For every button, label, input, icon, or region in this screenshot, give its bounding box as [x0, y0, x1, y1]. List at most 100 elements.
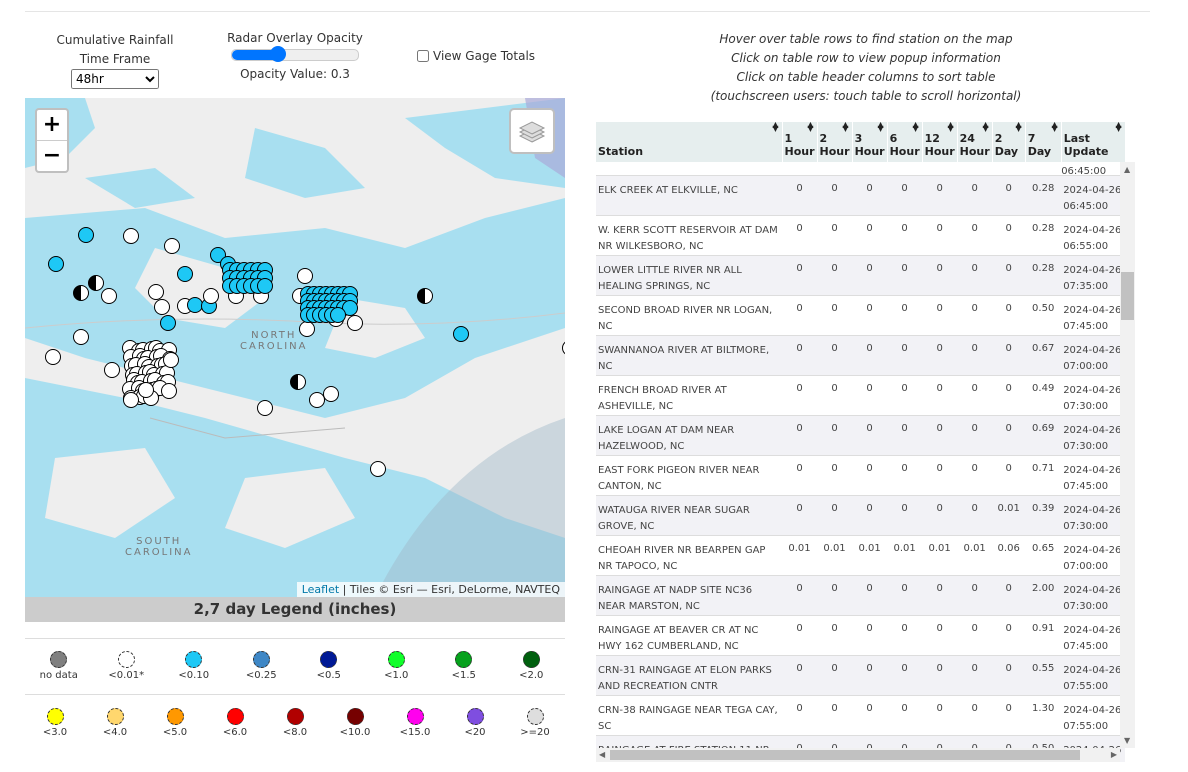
label-south-carolina: SOUTH CAROLINA — [125, 536, 193, 558]
zoom-in-button[interactable]: + — [37, 110, 67, 141]
scroll-up-icon[interactable]: ▲ — [1124, 165, 1130, 174]
table-row[interactable]: SECOND BROAD RIVER NR LOGAN, NC 0 0 0 0 0 0 0 0.… — [596, 294, 1126, 335]
rain-value: 0 — [922, 694, 958, 735]
station-marker[interactable] — [48, 256, 64, 272]
column-header[interactable]: ▲ ▼ 24 Hour — [957, 122, 993, 162]
station-marker[interactable] — [347, 315, 363, 331]
rain-value: 0 — [852, 614, 888, 655]
table-row[interactable]: SWANNANOA RIVER AT BILTMORE, NC 0 0 0 0 0 0 0 0.… — [596, 334, 1126, 375]
vertical-scrollbar[interactable]: ▲ ▼ — [1120, 162, 1135, 748]
rain-value: 0 — [817, 454, 853, 495]
station-marker[interactable] — [177, 266, 193, 282]
view-gage-totals[interactable]: View Gage Totals — [417, 49, 535, 63]
station-marker[interactable] — [138, 382, 154, 398]
legend-item: <15.0 — [385, 708, 445, 738]
view-gage-totals-checkbox[interactable] — [417, 50, 429, 62]
table-row[interactable]: CHEOAH RIVER NR BEARPEN GAP NR TAPOCO, N… — [596, 534, 1126, 575]
station-marker[interactable] — [148, 284, 164, 300]
rain-value: 0 — [957, 174, 993, 215]
rain-value: 0 — [887, 374, 923, 415]
scroll-right-icon[interactable]: ▶ — [1111, 750, 1117, 759]
station-name: SWANNANOA RIVER AT BILTMORE, NC — [596, 334, 782, 375]
scroll-left-icon[interactable]: ◀ — [599, 750, 605, 759]
rainfall-map[interactable]: NORTH CAROLINA SOUTH CAROLINA + − Leaflet … — [25, 98, 565, 597]
station-marker[interactable] — [73, 329, 89, 345]
station-marker[interactable] — [78, 227, 94, 243]
station-marker[interactable] — [123, 392, 139, 408]
slider-handle[interactable] — [269, 46, 286, 62]
table-row[interactable]: WATAUGA RIVER NEAR SUGAR GROVE, NC 0 0 0 0 0 0… — [596, 494, 1126, 535]
rain-value: 0 — [887, 334, 923, 375]
rain-value: 0.91 — [1025, 614, 1062, 655]
station-marker[interactable] — [104, 362, 120, 378]
scroll-down-icon[interactable]: ▼ — [1124, 736, 1130, 745]
station-marker[interactable] — [187, 297, 203, 313]
column-header[interactable]: ▲ ▼ 6 Hour — [887, 122, 923, 162]
table-row[interactable]: RAINGAGE AT BEAVER CR AT NC HWY 162 CUMB… — [596, 614, 1126, 655]
rain-value: 0 — [922, 214, 958, 255]
table-row[interactable]: CRN-38 RAINGAGE NEAR TEGA CAY, SC 0 0 0 0 0 0 0… — [596, 694, 1126, 735]
rain-value: 0.71 — [1025, 454, 1062, 495]
column-header[interactable]: ▲ ▼ 2 Day — [992, 122, 1026, 162]
last-update: 2024-04-26 07:00:00 — [1061, 334, 1126, 375]
column-header[interactable]: ▲ ▼ 7 Day — [1025, 122, 1062, 162]
horizontal-scrollbar[interactable]: ◀ ▶ — [596, 748, 1120, 762]
column-header[interactable]: ▲ ▼ Last Update — [1061, 122, 1126, 162]
station-marker[interactable] — [257, 400, 273, 416]
rain-value: 0 — [922, 494, 958, 535]
rain-value: 0 — [992, 334, 1026, 375]
station-marker[interactable] — [309, 392, 325, 408]
station-name: WATAUGA RIVER NEAR SUGAR GROVE, NC — [596, 494, 782, 535]
table-row[interactable]: LOWER LITTLE RIVER NR ALL HEALING SPRING… — [596, 254, 1126, 295]
column-header[interactable]: ▲ ▼ 12 Hour — [922, 122, 958, 162]
rain-value: 0 — [782, 174, 818, 215]
rain-value: 0 — [852, 494, 888, 535]
station-marker[interactable] — [562, 341, 566, 356]
timeframe-select[interactable]: 48hr — [71, 69, 159, 89]
rain-value: 0 — [817, 214, 853, 255]
sort-icon: ▲ ▼ — [807, 122, 814, 133]
rain-value: 0 — [887, 174, 923, 215]
station-marker[interactable] — [203, 288, 219, 304]
rain-value: 0 — [852, 174, 888, 215]
station-marker[interactable] — [123, 228, 139, 244]
table-row[interactable]: EAST FORK PIGEON RIVER NEAR CANTON, NC 0 0… — [596, 454, 1126, 495]
rain-value: 0 — [817, 694, 853, 735]
column-header[interactable]: ▲ ▼ 3 Hour — [852, 122, 888, 162]
table-row[interactable]: LAKE LOGAN AT DAM NEAR HAZELWOOD, NC 0 0 0 0… — [596, 414, 1126, 455]
station-marker[interactable] — [161, 383, 177, 399]
column-header[interactable]: ▲ ▼ Station — [596, 122, 783, 162]
station-marker[interactable] — [257, 278, 273, 294]
legend-label: <0.5 — [316, 670, 341, 681]
station-marker[interactable] — [164, 238, 180, 254]
column-header[interactable]: ▲ ▼ 2 Hour — [817, 122, 853, 162]
leaflet-link[interactable]: Leaflet — [302, 583, 339, 596]
zoom-out-button[interactable]: − — [37, 141, 67, 171]
legend-swatch — [166, 708, 184, 725]
table-row[interactable]: FRENCH BROAD RIVER AT ASHEVILLE, NC 0 0 0 0 0… — [596, 374, 1126, 415]
station-marker[interactable] — [163, 352, 179, 368]
table-row[interactable]: W. KERR SCOTT RESERVOIR AT DAM NR WILKES… — [596, 214, 1126, 255]
station-marker[interactable] — [370, 461, 386, 477]
column-header[interactable]: ▲ ▼ 1 Hour — [782, 122, 818, 162]
legend-item: <0.5 — [299, 651, 359, 681]
table-row[interactable]: ELK CREEK AT ELKVILLE, NC 0 0 0 0 0 0 0 0.28 2024… — [596, 174, 1126, 215]
station-marker[interactable] — [160, 315, 176, 331]
opacity-slider[interactable] — [231, 46, 359, 62]
station-table[interactable]: ▲ ▼ Station ▲ ▼ 1 Hour ▲ ▼ 2 Hour ▲ ▼ 3 Hour ▲ ▼ 6 Hour ▲ ▼ 1… — [596, 122, 1136, 762]
layers-button[interactable] — [509, 108, 555, 154]
table-row[interactable]: CRN-31 RAINGAGE AT ELON PARKS AND RECREA… — [596, 654, 1126, 695]
station-marker[interactable] — [330, 307, 346, 323]
rain-value: 0 — [957, 414, 993, 455]
station-marker[interactable] — [45, 349, 61, 365]
station-marker[interactable] — [453, 326, 469, 342]
station-marker[interactable] — [101, 288, 117, 304]
sort-icon: ▲ ▼ — [842, 122, 849, 133]
rain-value: 0 — [957, 574, 993, 615]
station-marker[interactable] — [323, 386, 339, 402]
table-row[interactable]: RAINGAGE AT NADP SITE NC36 NEAR MARSTON,… — [596, 574, 1126, 615]
last-update: 2024-04-26 07:30:00 — [1061, 574, 1126, 615]
station-marker[interactable] — [297, 268, 313, 284]
station-marker[interactable] — [154, 299, 170, 315]
rain-value: 0.28 — [1025, 254, 1062, 295]
